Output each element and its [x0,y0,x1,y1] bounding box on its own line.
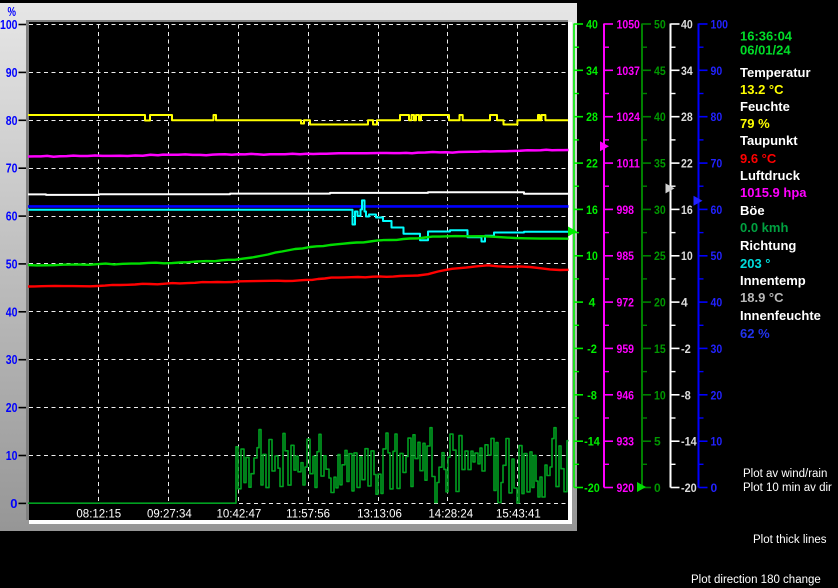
svg-text:22: 22 [586,157,598,171]
svg-text:80: 80 [711,110,723,124]
svg-text:Feuchte: Feuchte [740,99,790,114]
svg-text:4: 4 [589,296,596,310]
svg-text:62 %: 62 % [740,326,770,341]
svg-text:15:43:41: 15:43:41 [496,509,541,521]
svg-text:16:36:04: 16:36:04 [740,29,793,44]
svg-text:10: 10 [681,249,693,263]
svg-text:1015.9 hpa: 1015.9 hpa [740,185,807,200]
svg-text:16: 16 [586,203,598,217]
svg-text:1024: 1024 [617,110,641,124]
svg-text:18.9 °C: 18.9 °C [740,290,784,305]
svg-text:0.0 kmh: 0.0 kmh [740,220,788,235]
svg-text:50: 50 [654,18,666,32]
svg-text:100: 100 [0,17,18,32]
svg-text:30: 30 [654,203,666,217]
svg-text:40: 40 [711,296,723,310]
svg-text:90: 90 [6,65,18,80]
svg-text:920: 920 [617,481,635,495]
svg-text:Plot 10 min av dir: Plot 10 min av dir [743,482,832,494]
svg-text:40: 40 [654,110,666,124]
svg-text:-8: -8 [587,388,597,402]
svg-text:79 %: 79 % [740,116,770,131]
svg-text:-14: -14 [584,435,600,449]
svg-text:959: 959 [617,342,635,356]
svg-text:0: 0 [711,481,718,495]
svg-text:34: 34 [681,64,693,78]
svg-text:60: 60 [711,203,723,217]
svg-text:5: 5 [654,435,661,449]
svg-text:100: 100 [711,18,729,32]
svg-text:20: 20 [6,400,18,415]
svg-text:Böe: Böe [740,203,765,218]
svg-text:13:13:06: 13:13:06 [357,509,402,521]
svg-text:70: 70 [711,157,723,171]
svg-text:-2: -2 [681,342,691,356]
svg-text:9.6 °C: 9.6 °C [740,151,777,166]
svg-text:28: 28 [681,110,693,124]
svg-text:80: 80 [6,113,18,128]
svg-text:972: 972 [617,296,635,310]
svg-text:20: 20 [654,296,666,310]
svg-text:35: 35 [654,157,666,171]
svg-text:22: 22 [681,157,693,171]
svg-text:25: 25 [654,249,666,263]
svg-text:1011: 1011 [617,157,641,171]
svg-text:Luftdruck: Luftdruck [740,168,801,183]
svg-text:946: 946 [617,388,635,402]
svg-text:10:42:47: 10:42:47 [217,509,262,521]
svg-text:45: 45 [654,64,666,78]
svg-text:10: 10 [586,249,598,263]
svg-text:0: 0 [10,496,17,511]
svg-text:10: 10 [6,448,18,463]
svg-text:28: 28 [586,110,598,124]
svg-text:-2: -2 [587,342,597,356]
svg-text:60: 60 [6,209,18,224]
svg-text:30: 30 [6,352,18,367]
svg-text:-20: -20 [681,481,697,495]
svg-text:985: 985 [617,249,635,263]
svg-text:0: 0 [654,481,661,495]
svg-text:50: 50 [711,249,723,263]
svg-text:11:57:56: 11:57:56 [286,509,330,521]
svg-text:Richtung: Richtung [740,238,796,253]
svg-text:-20: -20 [584,481,600,495]
svg-text:09:27:34: 09:27:34 [147,509,192,521]
svg-text:1037: 1037 [617,64,641,78]
svg-text:40: 40 [681,18,693,32]
svg-text:20: 20 [711,388,723,402]
svg-text:40: 40 [6,304,18,319]
svg-text:203 °: 203 ° [740,256,771,271]
svg-text:4: 4 [681,296,688,310]
svg-text:34: 34 [586,64,598,78]
svg-text:13.2 °C: 13.2 °C [740,82,784,97]
svg-text:Innenfeuchte: Innenfeuchte [740,308,821,323]
svg-text:-8: -8 [681,388,691,402]
svg-text:998: 998 [617,203,635,217]
svg-text:90: 90 [711,64,723,78]
svg-text:1050: 1050 [617,18,641,32]
svg-text:50: 50 [6,256,18,271]
svg-text:-14: -14 [681,435,697,449]
svg-text:Plot thick lines: Plot thick lines [753,534,827,546]
svg-text:40: 40 [586,18,598,32]
svg-text:933: 933 [617,435,635,449]
svg-text:14:28:24: 14:28:24 [428,509,473,521]
svg-text:70: 70 [6,161,18,176]
svg-text:Innentemp: Innentemp [740,273,806,288]
svg-text:10: 10 [654,388,666,402]
svg-text:16: 16 [681,203,693,217]
svg-text:Plot av wind/rain: Plot av wind/rain [743,468,827,480]
svg-text:06/01/24: 06/01/24 [740,43,791,58]
svg-text:Taupunkt: Taupunkt [740,133,798,148]
svg-text:30: 30 [711,342,723,356]
svg-text:15: 15 [654,342,666,356]
svg-text:Temperatur: Temperatur [740,65,811,80]
svg-text:08:12:15: 08:12:15 [76,509,121,521]
svg-text:Plot direction 180 change: Plot direction 180 change [691,574,821,586]
svg-text:10: 10 [711,435,723,449]
